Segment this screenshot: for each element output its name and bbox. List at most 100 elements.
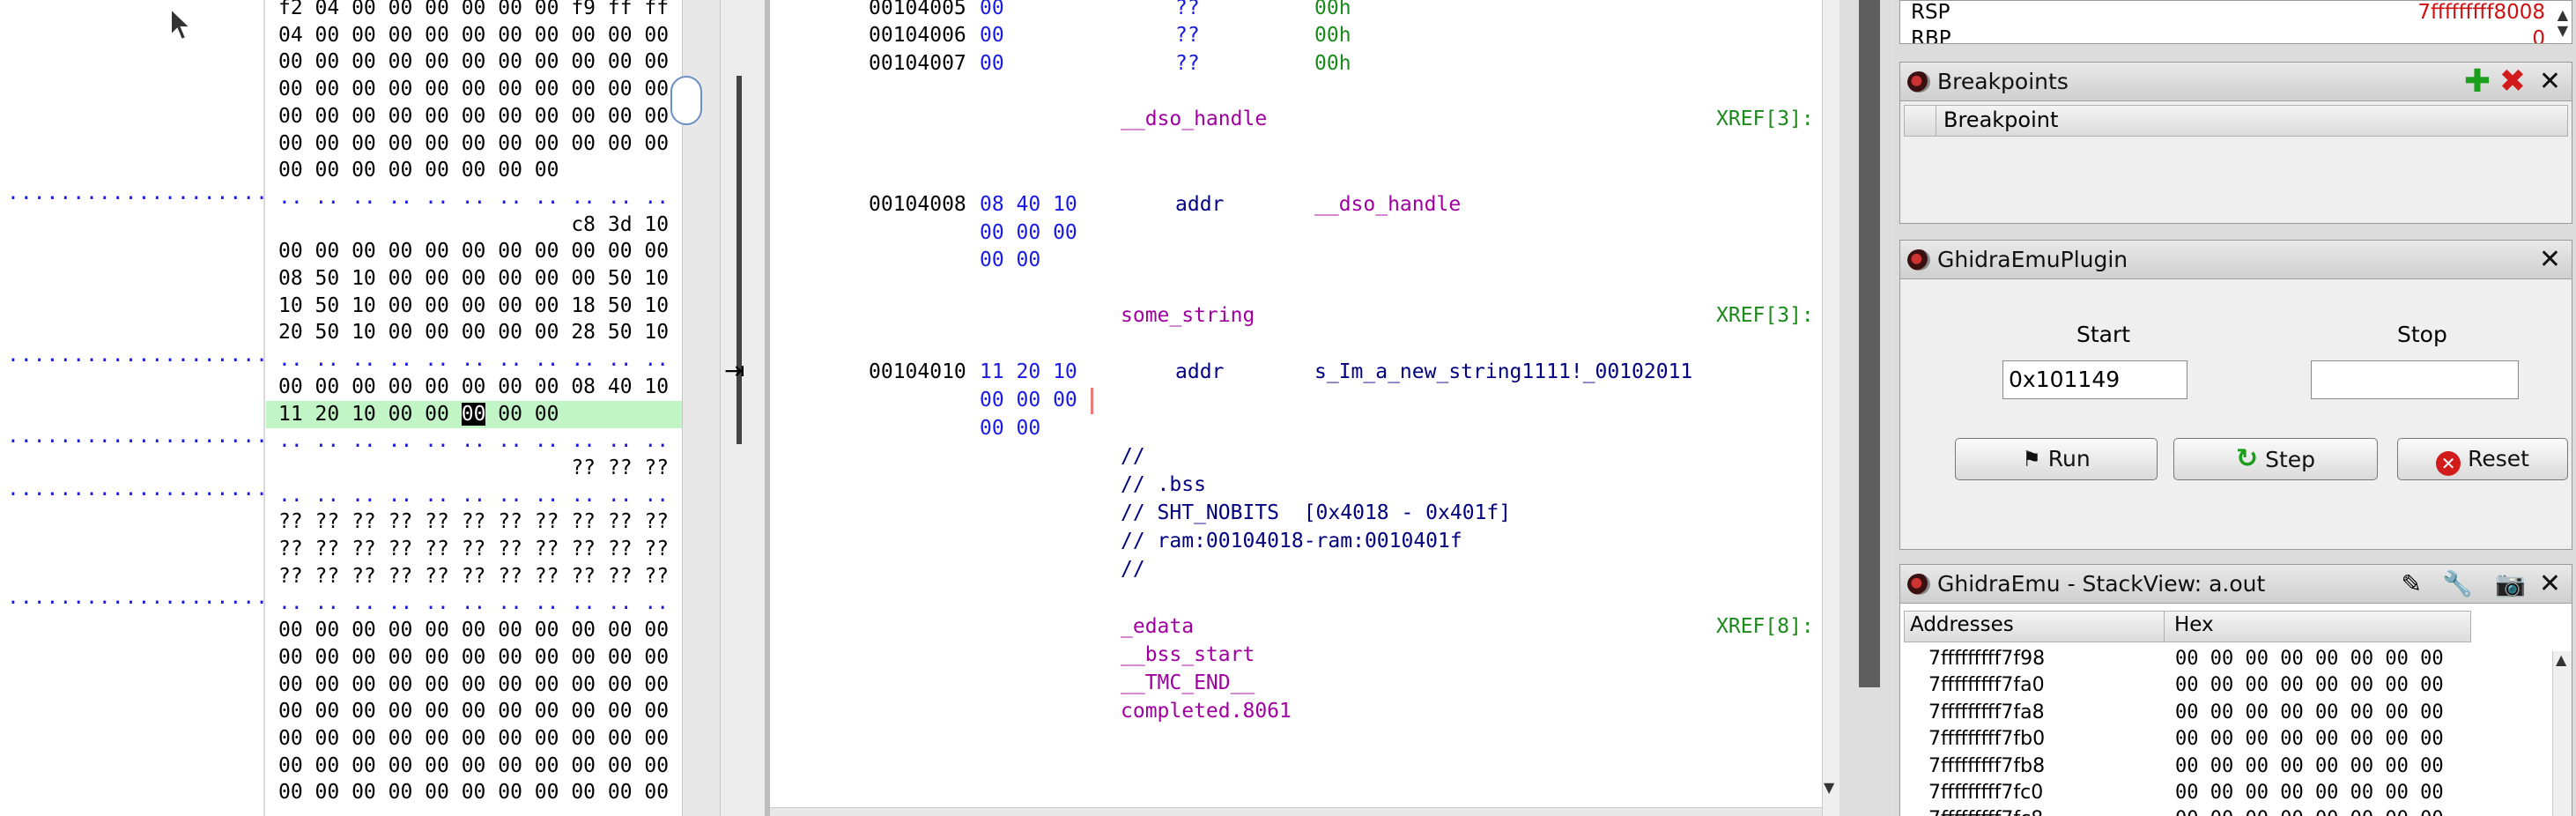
byte-viewer-scrollbar[interactable] [670,0,721,816]
hex-row[interactable]: c8 3d 10 [278,211,669,239]
hex-row[interactable]: 08 50 10 00 00 00 00 00 00 50 10 [278,265,669,293]
label-dso-handle[interactable]: __dso_handle [1121,105,1267,133]
hex-row[interactable]: 00 00 00 00 00 00 00 00 00 00 00 [278,725,669,753]
stack-address[interactable]: 7fffffffff7fc0 [1928,780,2043,806]
hex-row[interactable]: 00 00 00 00 00 00 00 00 00 00 00 [278,130,669,158]
splitter[interactable] [721,0,770,816]
registers-panel: RSP 7fffffffff8008 RBP 0 ▲ ▼ [1899,0,2572,44]
stop-address-input[interactable] [2311,360,2519,399]
hex-bytes: 00 00 00 00 00 00 00 00 00 00 00 [278,700,670,723]
hex-row[interactable]: 00 00 00 00 00 00 00 00 00 00 00 [278,76,669,103]
hex-row[interactable]: 04 00 00 00 00 00 00 00 00 00 00 [278,22,669,49]
listing-bytes: 00 00 [980,249,1041,271]
close-icon[interactable]: ✕ [2539,568,2561,600]
camera-icon[interactable]: 📷 [2495,568,2526,600]
hex-bytes: 10 50 10 00 00 00 00 00 18 50 10 [278,293,670,317]
scroll-thumb[interactable] [1859,0,1880,687]
hex-row[interactable]: ?? ?? ?? ?? ?? ?? ?? ?? ?? ?? ?? [278,536,669,563]
step-button[interactable]: ↻ Step [2173,438,2378,480]
hex-row[interactable]: ?? ?? ?? ?? ?? ?? ?? ?? ?? ?? ?? [278,563,669,590]
hex-row[interactable]: 10 50 10 00 00 00 00 00 18 50 10 [278,293,669,320]
panel-title-text: GhidraEmuPlugin [1937,247,2128,272]
hex-row[interactable]: ?? ?? ?? [278,455,669,482]
hex-row[interactable]: 00 00 00 00 00 00 00 00 00 00 00 [278,644,669,671]
ghidra-dragon-icon [1907,574,1930,595]
register-value[interactable]: 7fffffffff8008 [2417,0,2545,26]
hex-row[interactable]: 11 20 10 00 00 00 00 00 [266,400,682,428]
stack-hex[interactable]: 00 00 00 00 00 00 00 00 [2175,726,2444,753]
xref-label[interactable]: XREF[8]: [1716,612,1814,641]
hex-row[interactable]: f2 04 00 00 00 00 00 00 f9 ff ff [278,0,669,22]
reset-button-label: Reset [2468,446,2529,471]
label-tmc-end[interactable]: __TMC_END__ [1121,669,1255,697]
hex-row[interactable]: 00 00 00 00 00 00 00 00 [278,157,559,184]
stack-hex[interactable]: 00 00 00 00 00 00 00 00 [2175,806,2444,816]
add-breakpoint-icon[interactable]: ✚ [2464,64,2491,100]
hex-row[interactable]: 00 00 00 00 00 00 00 00 00 00 00 [278,617,669,644]
hex-row[interactable]: 00 00 00 00 00 00 00 00 00 00 00 [278,753,669,780]
scroll-up-icon[interactable]: ▲ [2556,651,2566,668]
hex-bytes: 20 50 10 00 00 00 00 00 28 50 10 [278,321,670,345]
operand-string-ref[interactable]: s_Im_a_new_string1111!_00102011 [1314,358,1692,386]
listing-bytes: 00 [980,0,1004,19]
label-bss-start[interactable]: __bss_start [1121,641,1255,669]
hex-column-header[interactable]: Hex [2174,613,2214,636]
dots-row: ..................... [7,425,282,448]
stack-address[interactable]: 7fffffffff7fa0 [1928,672,2045,699]
label-completed[interactable]: completed.8061 [1121,697,1292,725]
hex-row[interactable]: .. .. .. .. .. .. .. .. .. .. .. [278,346,669,374]
addresses-column-header[interactable]: Addresses [1910,613,2014,636]
label-edata[interactable]: _edata [1121,612,1194,641]
listing-scrollbar[interactable] [1822,0,1839,816]
scroll-up-icon[interactable]: ▲ [2557,6,2568,23]
wrench-icon[interactable]: 🔧 [2442,568,2473,600]
stack-hex[interactable]: 00 00 00 00 00 00 00 00 [2175,753,2444,780]
step-arrow-icon: ↻ [2235,443,2259,474]
hex-row[interactable]: 00 00 00 00 00 00 00 00 00 00 00 [278,103,669,130]
edit-icon[interactable]: ✎ [2402,568,2422,600]
stack-scrollbar[interactable]: ▲ [2552,651,2572,816]
scroll-down-icon[interactable]: ▼ [1824,779,1841,796]
hex-row[interactable]: .. .. .. .. .. .. .. .. .. .. .. [278,590,669,617]
hex-row[interactable]: 00 00 00 00 00 00 00 00 00 00 00 [278,671,669,699]
hex-row[interactable]: 00 00 00 00 00 00 00 00 00 00 00 [278,48,669,76]
run-button[interactable]: ⚑ Run [1955,438,2158,480]
stack-hex[interactable]: 00 00 00 00 00 00 00 00 [2175,780,2444,806]
hex-row[interactable]: .. .. .. .. .. .. .. .. .. .. .. [278,482,669,509]
hex-row[interactable]: 00 00 00 00 00 00 00 00 08 40 10 [278,374,669,401]
hex-row[interactable]: 20 50 10 00 00 00 00 00 28 50 10 [278,319,669,346]
stack-address[interactable]: 7fffffffff7fb0 [1928,726,2045,753]
listing-view[interactable]: 00104005 00 ?? 00h 00104006 00 ?? 00h 00… [770,0,1822,816]
operand-dso-handle[interactable]: __dso_handle [1314,190,1461,219]
byte-cursor[interactable]: 00 [461,402,486,426]
stack-address[interactable]: 7fffffffff7fc8 [1928,806,2043,816]
close-icon[interactable]: ✕ [2539,66,2561,98]
scroll-down-icon[interactable]: ▼ [2557,22,2568,39]
hex-row[interactable]: 00 00 00 00 00 00 00 00 00 00 00 [278,698,669,725]
splitter-bar[interactable] [737,76,742,444]
start-address-input[interactable]: 0x101149 [2002,360,2187,399]
stack-address[interactable]: 7fffffffff7fa8 [1928,700,2045,726]
close-icon[interactable]: ✕ [2539,244,2561,276]
listing-horizontal-scrollbar[interactable] [770,807,1822,816]
scroll-knob[interactable] [670,76,702,125]
stack-hex[interactable]: 00 00 00 00 00 00 00 00 [2175,700,2444,726]
hex-row[interactable]: 00 00 00 00 00 00 00 00 00 00 00 [278,238,669,265]
stack-address[interactable]: 7fffffffff7f98 [1928,646,2045,672]
register-value[interactable]: 0 [2532,26,2545,43]
xref-label[interactable]: XREF[3]: [1716,105,1814,133]
stack-address[interactable]: 7fffffffff7fb8 [1928,753,2045,780]
hex-row[interactable]: ?? ?? ?? ?? ?? ?? ?? ?? ?? ?? ?? [278,508,669,536]
hex-row[interactable]: .. .. .. .. .. .. .. .. .. .. .. [278,427,669,455]
xref-label[interactable]: XREF[3]: [1716,301,1814,330]
stack-hex[interactable]: 00 00 00 00 00 00 00 00 [2175,672,2444,699]
stack-hex[interactable]: 00 00 00 00 00 00 00 00 [2175,646,2444,672]
reset-button[interactable]: ✕ Reset [2397,438,2568,480]
remove-breakpoint-icon[interactable]: ✖ [2499,64,2526,100]
register-name: RSP [1911,1,1951,24]
breakpoint-column-header[interactable]: Breakpoint [1943,108,2058,132]
label-some-string[interactable]: some_string [1121,301,1255,330]
hex-row[interactable]: 00 00 00 00 00 00 00 00 00 00 00 [278,779,669,806]
byte-viewer-hex-column[interactable]: f2 04 00 00 00 00 00 00 f9 ff ff 04 00 00… [266,0,682,816]
hex-row[interactable]: .. .. .. .. .. .. .. .. .. .. .. [278,184,669,211]
